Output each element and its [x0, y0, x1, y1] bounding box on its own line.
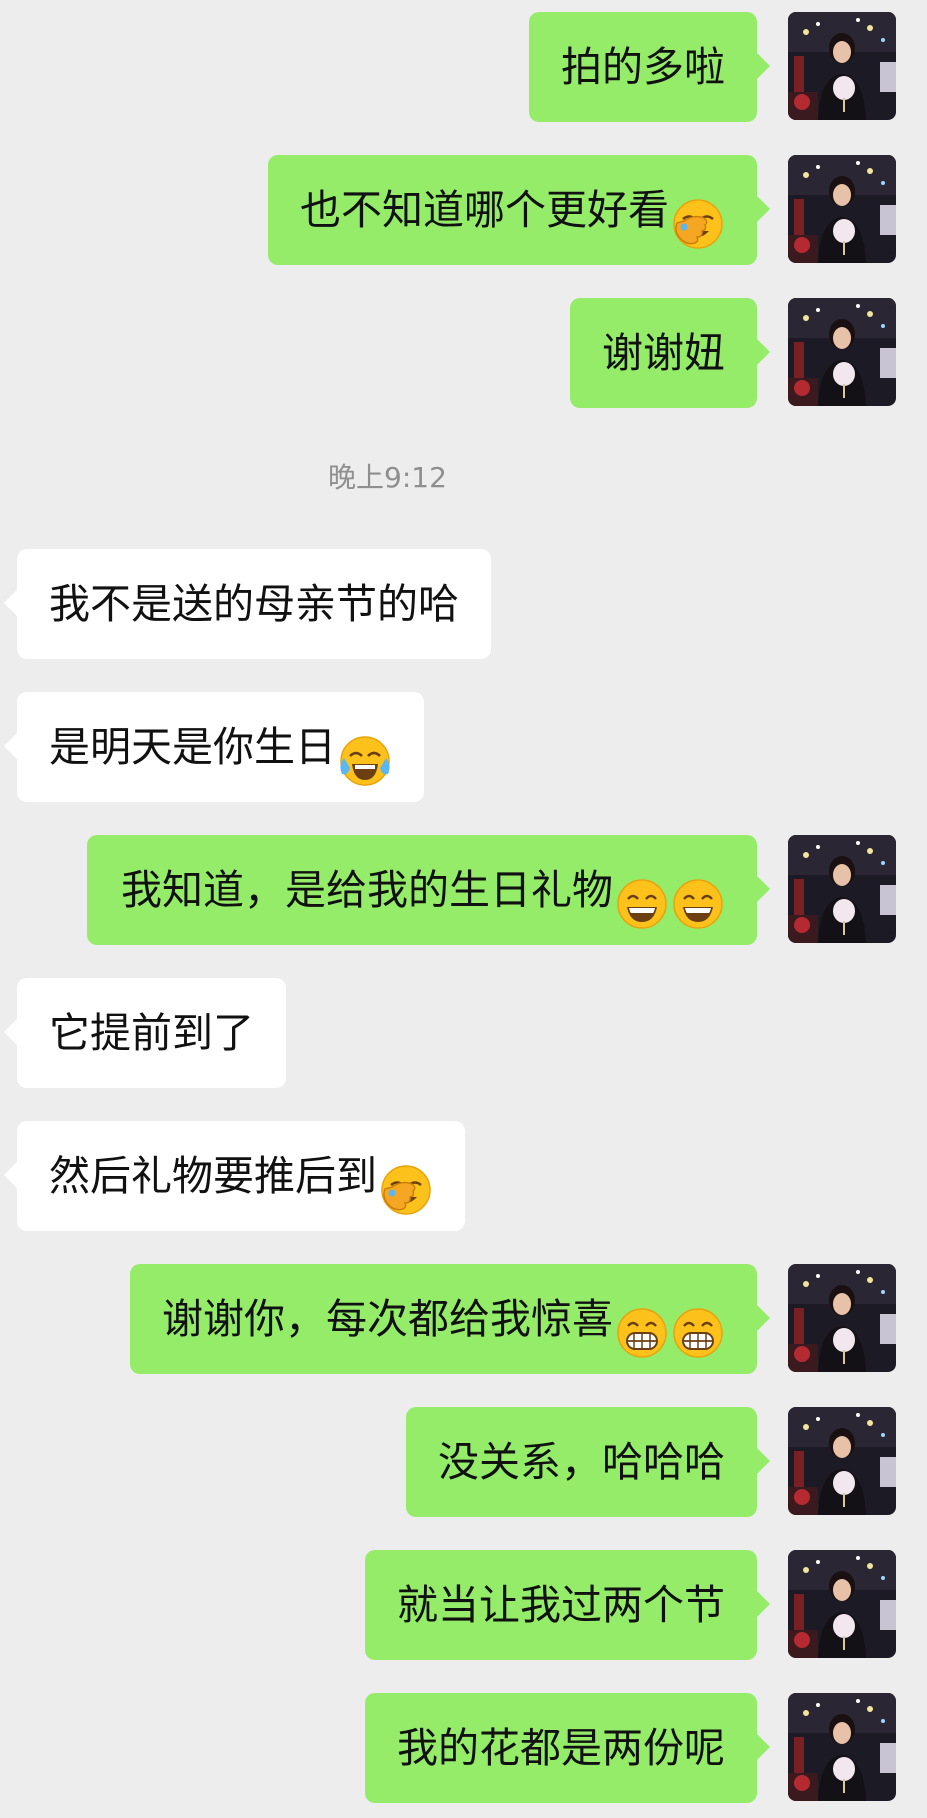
message-row: 谢谢你，每次都给我惊喜 — [0, 1264, 927, 1374]
message-text: 我不是送的母亲节的哈 — [49, 580, 459, 628]
outgoing-message-bubble[interactable]: 也不知道哪个更好看 — [268, 155, 770, 265]
message-text: 然后礼物要推后到 — [49, 1152, 377, 1200]
message-row: 我的花都是两份呢 — [0, 1693, 927, 1803]
avatar[interactable] — [788, 12, 896, 120]
message-row: 拍的多啦 — [0, 12, 927, 122]
message-row: 没关系，哈哈哈 — [0, 1407, 927, 1517]
message-timestamp: 晚上9:12 — [328, 461, 447, 494]
outgoing-message-bubble[interactable]: 我的花都是两份呢 — [365, 1693, 770, 1803]
message-text: 就当让我过两个节 — [397, 1581, 725, 1629]
grinning-smile-emoji-icon — [615, 862, 669, 929]
message-text: 也不知道哪个更好看 — [300, 186, 669, 234]
outgoing-message-bubble[interactable]: 没关系，哈哈哈 — [406, 1407, 770, 1517]
message-row: 我知道，是给我的生日礼物 — [0, 835, 927, 945]
beaming-grin-emoji-icon — [671, 1291, 725, 1358]
facepalm-emoji-icon — [379, 1148, 433, 1215]
chat-window[interactable]: 拍的多啦 也不知道哪个更好看 谢谢妞 晚上9:12 我不是送的母亲节的哈 是明天… — [0, 0, 927, 1818]
avatar[interactable] — [788, 1264, 896, 1372]
facepalm-emoji-icon — [671, 182, 725, 249]
message-row: 它提前到了 — [0, 978, 927, 1088]
avatar[interactable] — [788, 298, 896, 406]
avatar[interactable] — [788, 1407, 896, 1515]
outgoing-message-bubble[interactable]: 就当让我过两个节 — [365, 1550, 770, 1660]
incoming-message-bubble[interactable]: 它提前到了 — [4, 978, 286, 1088]
message-text: 谢谢妞 — [602, 329, 725, 377]
message-text: 没关系，哈哈哈 — [438, 1438, 725, 1486]
message-row: 也不知道哪个更好看 — [0, 155, 927, 265]
message-text: 是明天是你生日 — [49, 723, 336, 771]
message-row: 是明天是你生日 — [0, 692, 927, 802]
message-row: 就当让我过两个节 — [0, 1550, 927, 1660]
avatar[interactable] — [788, 1693, 896, 1801]
incoming-message-bubble[interactable]: 然后礼物要推后到 — [4, 1121, 465, 1231]
message-row: 然后礼物要推后到 — [0, 1121, 927, 1231]
avatar[interactable] — [788, 155, 896, 263]
tears-of-joy-emoji-icon — [338, 719, 392, 786]
message-text: 我的花都是两份呢 — [397, 1724, 725, 1772]
outgoing-message-bubble[interactable]: 我知道，是给我的生日礼物 — [87, 835, 770, 945]
message-text: 拍的多啦 — [561, 43, 725, 91]
beaming-grin-emoji-icon — [615, 1291, 669, 1358]
incoming-message-bubble[interactable]: 是明天是你生日 — [4, 692, 424, 802]
grinning-smile-emoji-icon — [671, 862, 725, 929]
message-text: 谢谢你，每次都给我惊喜 — [162, 1295, 613, 1343]
outgoing-message-bubble[interactable]: 谢谢你，每次都给我惊喜 — [130, 1264, 770, 1374]
message-text: 它提前到了 — [49, 1009, 254, 1057]
avatar[interactable] — [788, 1550, 896, 1658]
incoming-message-bubble[interactable]: 我不是送的母亲节的哈 — [4, 549, 491, 659]
message-row: 谢谢妞 — [0, 298, 927, 408]
outgoing-message-bubble[interactable]: 拍的多啦 — [529, 12, 770, 122]
outgoing-message-bubble[interactable]: 谢谢妞 — [570, 298, 770, 408]
message-text: 我知道，是给我的生日礼物 — [121, 866, 613, 914]
message-row: 我不是送的母亲节的哈 — [0, 549, 927, 659]
avatar[interactable] — [788, 835, 896, 943]
